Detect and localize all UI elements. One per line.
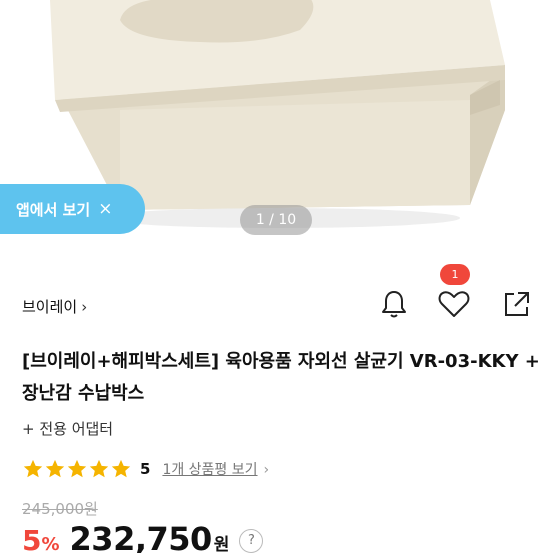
star-icon	[23, 459, 43, 478]
star-icon	[45, 459, 65, 478]
like-button[interactable]	[434, 284, 474, 324]
close-icon[interactable]: ×	[98, 199, 112, 219]
sale-price: 232,750	[69, 520, 213, 553]
discount-value: 5	[22, 524, 42, 553]
star-icon	[111, 459, 131, 478]
open-in-app-label: 앱에서 보기	[16, 200, 91, 219]
star-rating	[22, 458, 132, 480]
review-link-label: 1개 상품평 보기	[162, 462, 258, 478]
heart-icon	[438, 291, 470, 317]
open-in-app-banner[interactable]: 앱에서 보기 ×	[0, 184, 145, 234]
like-count-badge: 1	[440, 264, 470, 285]
image-pager: 1 / 10	[240, 205, 312, 235]
product-title: [브이레이+해피박스세트] 육아용품 자외선 살균기 VR-03-KKY + 장…	[22, 351, 540, 404]
share-button[interactable]	[496, 284, 536, 324]
bell-icon	[382, 291, 406, 318]
star-icon	[89, 459, 109, 478]
original-price: 245,000원	[22, 500, 98, 518]
rating-score: 5	[140, 460, 151, 478]
brand-link[interactable]: 브이레이 ›	[22, 296, 87, 317]
chevron-right-icon: ›	[81, 297, 88, 316]
product-option: + 전용 어댑터	[22, 420, 114, 438]
share-icon	[505, 292, 529, 316]
brand-name: 브이레이	[22, 298, 78, 316]
review-link[interactable]: 1개 상품평 보기 ›	[162, 459, 269, 479]
notify-button[interactable]	[374, 284, 414, 324]
discount-rate: 5%	[22, 524, 60, 553]
discount-unit: %	[41, 534, 60, 553]
rating-row: 5 1개 상품평 보기 ›	[22, 458, 269, 480]
price-help-icon[interactable]: ?	[239, 528, 264, 553]
price-row: 5% 232,750 원 ?	[22, 520, 264, 553]
chevron-right-icon: ›	[263, 462, 270, 478]
star-icon	[67, 459, 87, 478]
currency-unit: 원	[213, 535, 230, 553]
